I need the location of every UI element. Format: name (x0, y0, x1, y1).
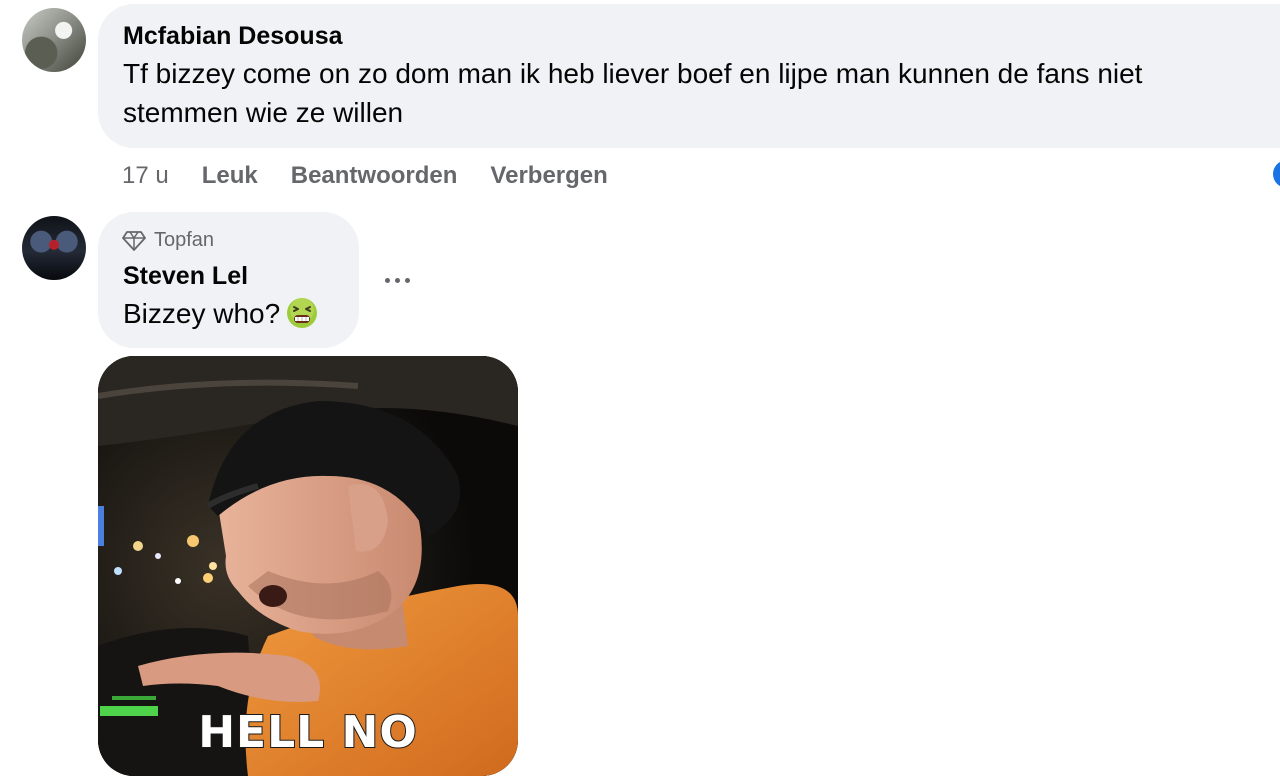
avatar[interactable] (22, 8, 86, 72)
more-options-button[interactable] (380, 265, 414, 295)
gif-caption: HELL NO (197, 706, 418, 759)
topfan-badge: Topfan (122, 229, 214, 252)
diamond-icon (122, 230, 146, 251)
reply-button[interactable]: Beantwoorden (291, 162, 458, 190)
more-horizontal-icon (384, 277, 390, 283)
avatar[interactable] (22, 216, 86, 280)
gif-attachment[interactable]: HELL NO (98, 356, 518, 776)
comment-text: Tf bizzey come on zo dom man ik heb liev… (123, 58, 1143, 128)
badge-label: Topfan (154, 229, 215, 251)
edge-indicator (1273, 160, 1280, 188)
like-button[interactable]: Leuk (202, 162, 258, 190)
hide-button[interactable]: Verbergen (490, 162, 607, 190)
comments-thread: Mcfabian Desousa Tf bizzey come on zo do… (0, 0, 1280, 782)
nauseated-face-emoji (287, 298, 318, 328)
comment-text-content: Bizzey who? (123, 298, 281, 329)
comment-author[interactable]: Steven Lel (123, 262, 248, 291)
comment-author[interactable]: Mcfabian Desousa (123, 22, 343, 51)
comment-actions: 17 u Leuk Beantwoorden Verbergen (122, 162, 641, 190)
comment-timestamp[interactable]: 17 u (122, 162, 169, 190)
comment-text: Bizzey who? (123, 294, 318, 333)
